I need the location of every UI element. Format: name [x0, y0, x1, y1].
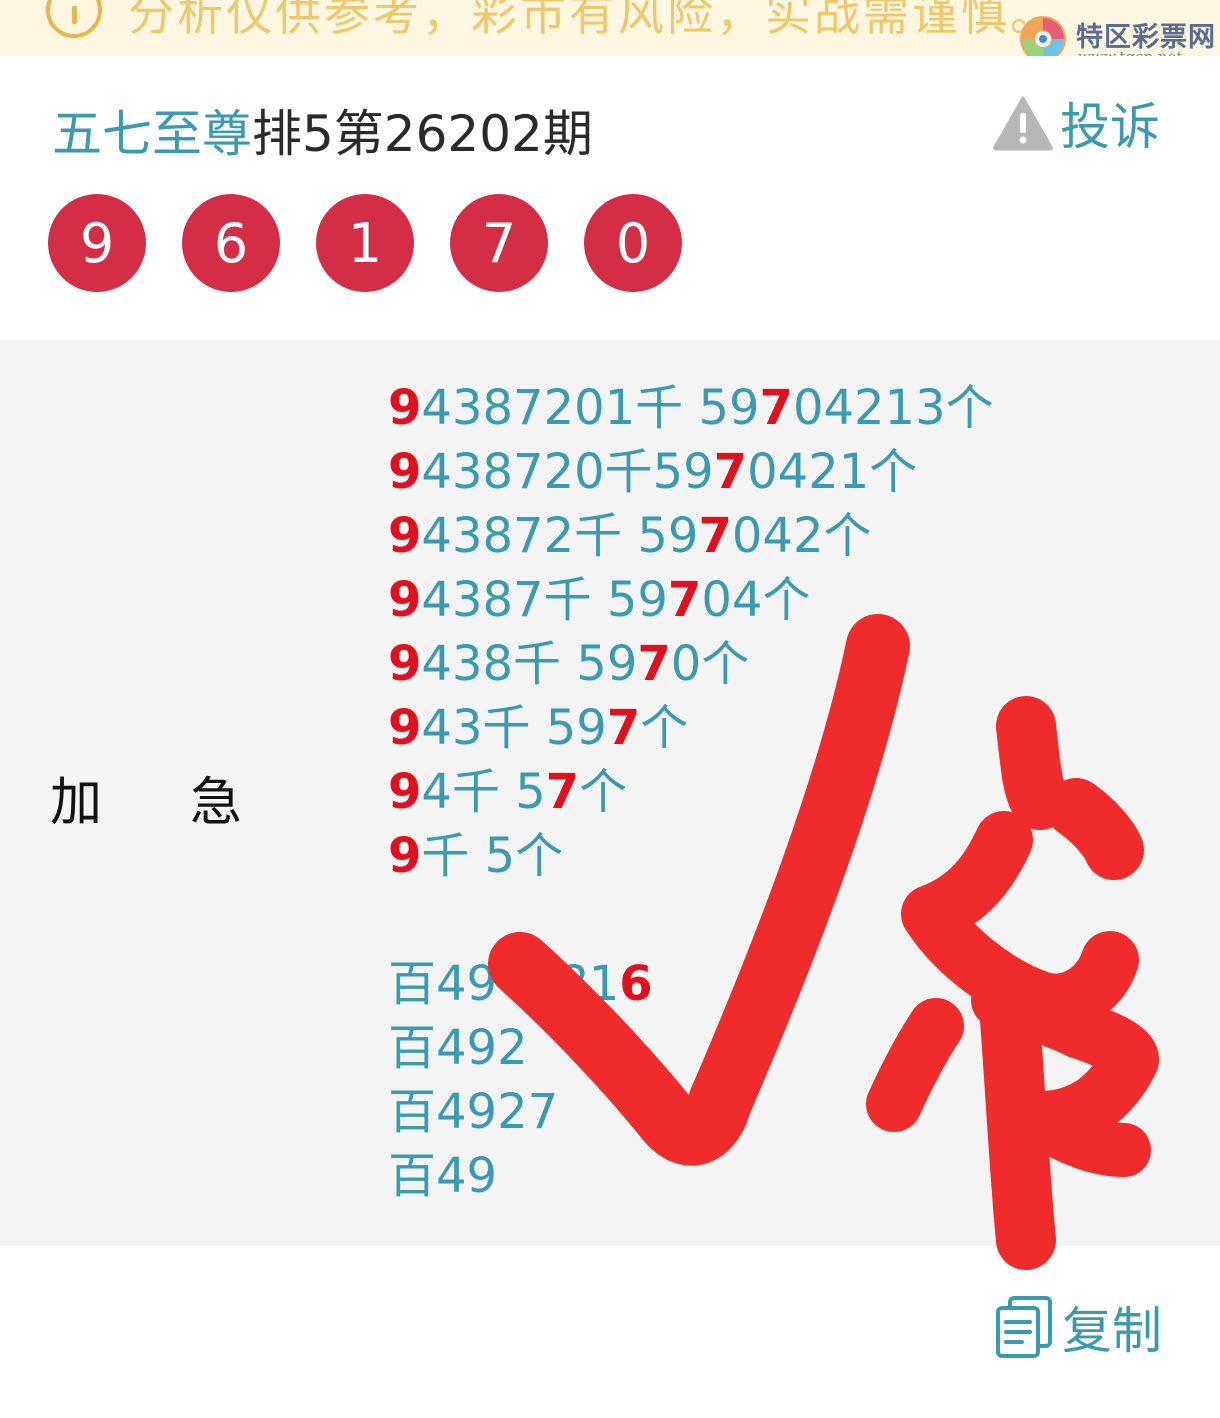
line-text: 43千 59 — [421, 700, 607, 756]
line-text: 43872千 59 — [421, 508, 699, 564]
prediction-line: 百492 3 — [388, 1016, 994, 1080]
line-text: 4千 5 — [421, 764, 546, 820]
prediction-line: 百49 — [388, 1144, 994, 1208]
line-text: 0421个 — [747, 444, 918, 500]
draw-ball: 6 — [182, 194, 280, 292]
post-title: 五七至尊排5第26202期 — [52, 94, 593, 166]
hit-digit: 6 — [619, 956, 653, 1012]
copy-button[interactable]: 复制 — [994, 1292, 1162, 1362]
draw-number-balls: 9 6 1 7 0 — [48, 194, 682, 294]
line-text: 百49 — [388, 1148, 498, 1204]
warning-triangle-icon — [993, 96, 1053, 151]
prediction-line: 94387千 59704个 — [388, 568, 994, 632]
risk-notice-text: 分析仅供参考，彩市有风险，实战需谨慎。 — [128, 0, 1059, 41]
line-text: 042个 — [731, 508, 872, 564]
hit-digit: 9 — [388, 380, 422, 436]
prediction-line: 943872千 597042个 — [388, 504, 994, 568]
hit-digit: 7 — [698, 508, 732, 564]
row-label-char: 加 — [50, 773, 103, 833]
row-label-char: 急 — [190, 773, 243, 833]
hit-digit: 7 — [545, 764, 580, 820]
prediction-line: 百49 3816 — [388, 952, 994, 1016]
prediction-line: 9千 5个 — [388, 824, 994, 888]
line-text: 438千 59 — [421, 636, 638, 692]
line-text: 百49 — [388, 956, 498, 1012]
complain-label: 投诉 — [1060, 98, 1160, 156]
prediction-lines: 94387201千 59704213个 9438720千5970421个 94387… — [388, 376, 994, 1208]
line-text — [497, 956, 528, 1012]
row-label: 加急 — [50, 760, 242, 835]
line-text: 百4927 — [388, 1084, 559, 1140]
draw-ball: 9 — [48, 194, 146, 292]
issue-title: 排5第26202期 — [252, 105, 593, 163]
line-text: 4387201千 59 — [421, 380, 760, 436]
prediction-line: 百4927 — [388, 1080, 994, 1144]
post-header: 五七至尊排5第26202期 投诉 9 6 1 7 0 — [0, 56, 1220, 340]
line-text: 3 — [573, 1020, 604, 1076]
hit-digit: 9 — [388, 572, 422, 628]
draw-ball: 7 — [450, 194, 548, 292]
prediction-line: 94387201千 59704213个 — [388, 376, 994, 440]
line-text: 438720千59 — [421, 444, 714, 500]
hit-digit: 9 — [388, 764, 422, 820]
hit-digit: 7 — [606, 700, 641, 756]
line-text: 04个 — [701, 572, 811, 628]
line-text: 个 — [640, 700, 689, 756]
line-text: 4387千 59 — [421, 572, 668, 628]
info-icon — [46, 0, 102, 38]
copy-document-icon — [996, 1296, 1052, 1358]
prediction-line: 94千 57个 — [388, 760, 994, 824]
line-text: 0个 — [670, 636, 750, 692]
draw-ball: 0 — [584, 194, 682, 292]
hit-digit: 9 — [388, 508, 422, 564]
prediction-line — [388, 888, 994, 952]
hit-digit: 7 — [637, 636, 671, 692]
draw-ball: 1 — [316, 194, 414, 292]
prediction-line: 9438720千5970421个 — [388, 440, 994, 504]
prediction-content: 加急 94387201千 59704213个 9438720千5970421个 94… — [0, 340, 1220, 1246]
line-text: 百492 — [388, 1020, 528, 1076]
prediction-line: 943千 597个 — [388, 696, 994, 760]
prediction-line: 9438千 5970个 — [388, 632, 994, 696]
hit-digit: 7 — [713, 444, 748, 500]
complain-button[interactable]: 投诉 — [992, 92, 1160, 156]
expert-name-link[interactable]: 五七至尊 — [52, 105, 252, 163]
hit-digit: 9 — [388, 636, 422, 692]
hit-digit: 9 — [388, 700, 422, 756]
hit-digit: 9 — [388, 444, 422, 500]
line-text: 千 5个 — [421, 828, 564, 884]
line-text: 04213个 — [792, 380, 994, 436]
line-text: 381 — [527, 956, 620, 1012]
hit-digit: 7 — [759, 380, 793, 436]
hit-digit: 7 — [667, 572, 702, 628]
line-text — [528, 1020, 574, 1076]
copy-label: 复制 — [1062, 1302, 1162, 1360]
hit-digit: 9 — [388, 828, 422, 884]
line-text: 个 — [579, 764, 628, 820]
